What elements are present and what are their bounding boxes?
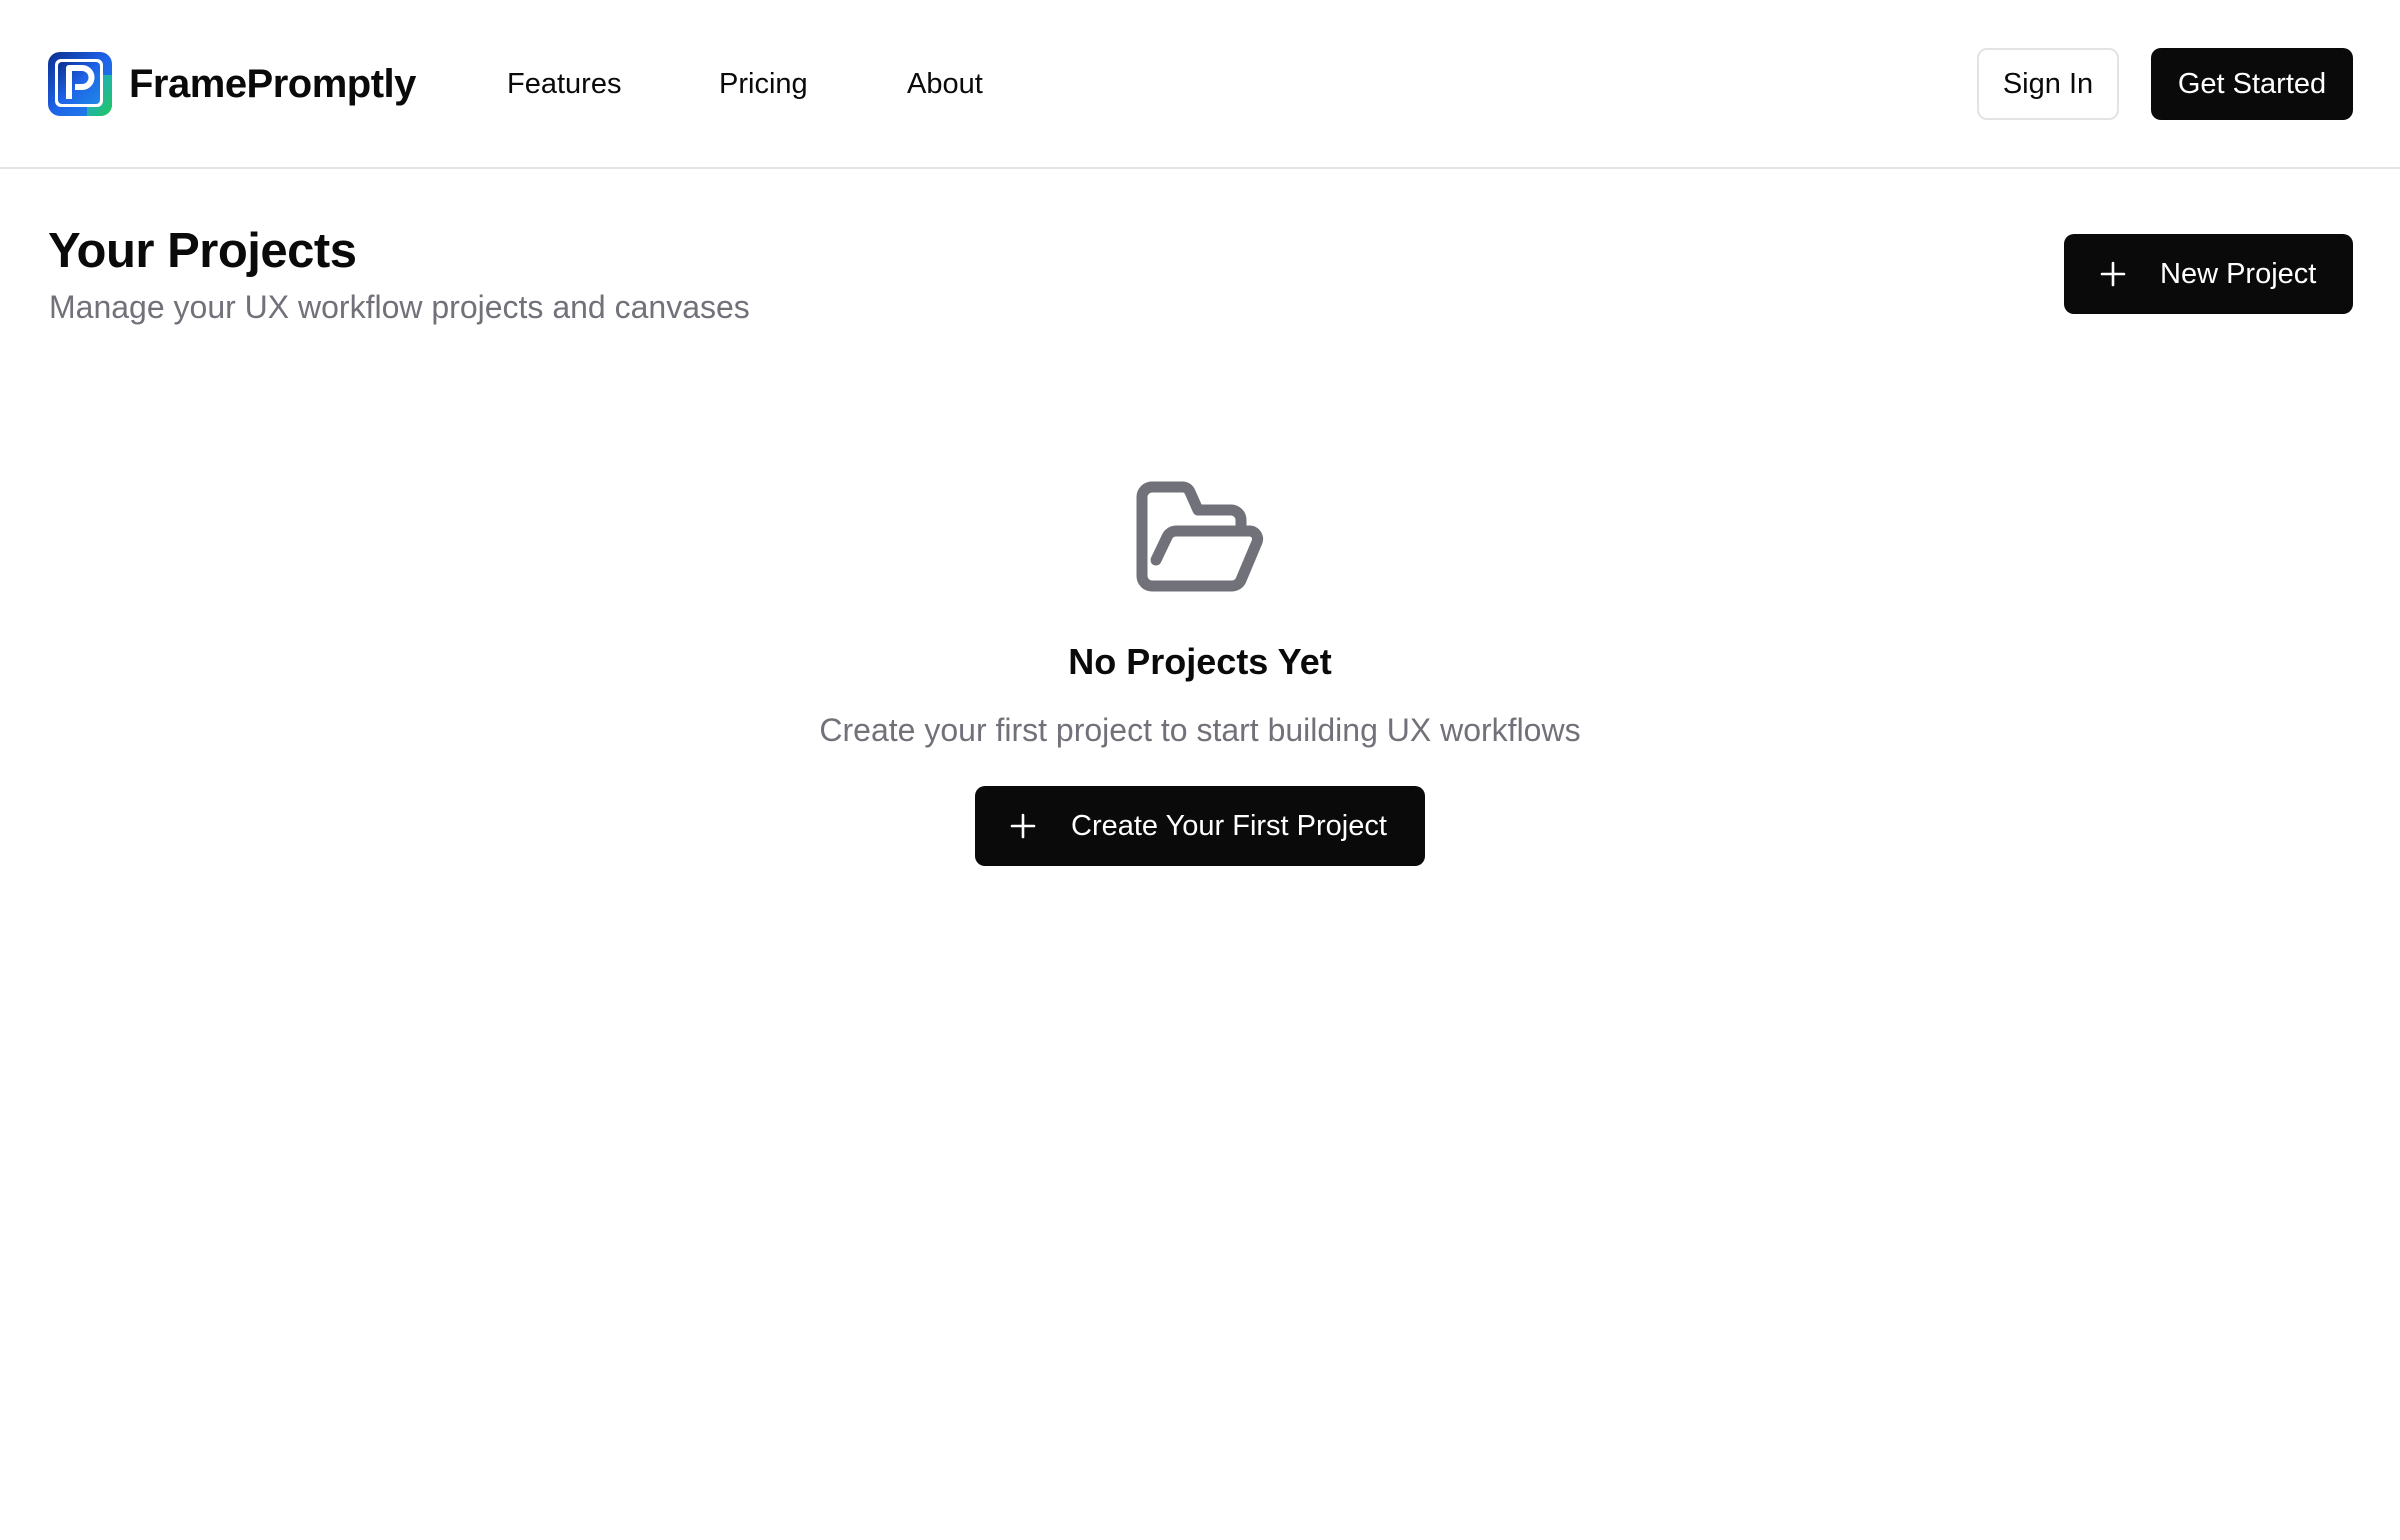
plus-icon	[2100, 261, 2126, 287]
nav-features-link[interactable]: Features	[507, 64, 621, 104]
new-project-button[interactable]: New Project	[2064, 234, 2353, 314]
nav-about-link[interactable]: About	[907, 64, 983, 104]
empty-state-description: Create your first project to start build…	[819, 712, 1581, 748]
empty-state-title: No Projects Yet	[1068, 641, 1332, 682]
nav-pricing-link[interactable]: Pricing	[719, 64, 808, 104]
page-subtitle: Manage your UX workflow projects and can…	[49, 289, 750, 325]
plus-icon	[1010, 813, 1036, 839]
brand-name: FramePromptly	[129, 61, 416, 106]
create-first-project-label: Create Your First Project	[1071, 809, 1387, 842]
brand[interactable]: FramePromptly	[47, 51, 416, 117]
page-title: Your Projects	[48, 224, 357, 278]
sign-in-button[interactable]: Sign In	[1977, 48, 2119, 120]
get-started-button[interactable]: Get Started	[2151, 48, 2353, 120]
framepromptly-logo-icon	[48, 52, 112, 116]
folder-open-icon	[1136, 481, 1264, 592]
new-project-label: New Project	[2160, 257, 2317, 290]
top-navbar: FramePromptly Features Pricing About Sig…	[0, 0, 2400, 169]
create-first-project-button[interactable]: Create Your First Project	[975, 786, 1425, 866]
